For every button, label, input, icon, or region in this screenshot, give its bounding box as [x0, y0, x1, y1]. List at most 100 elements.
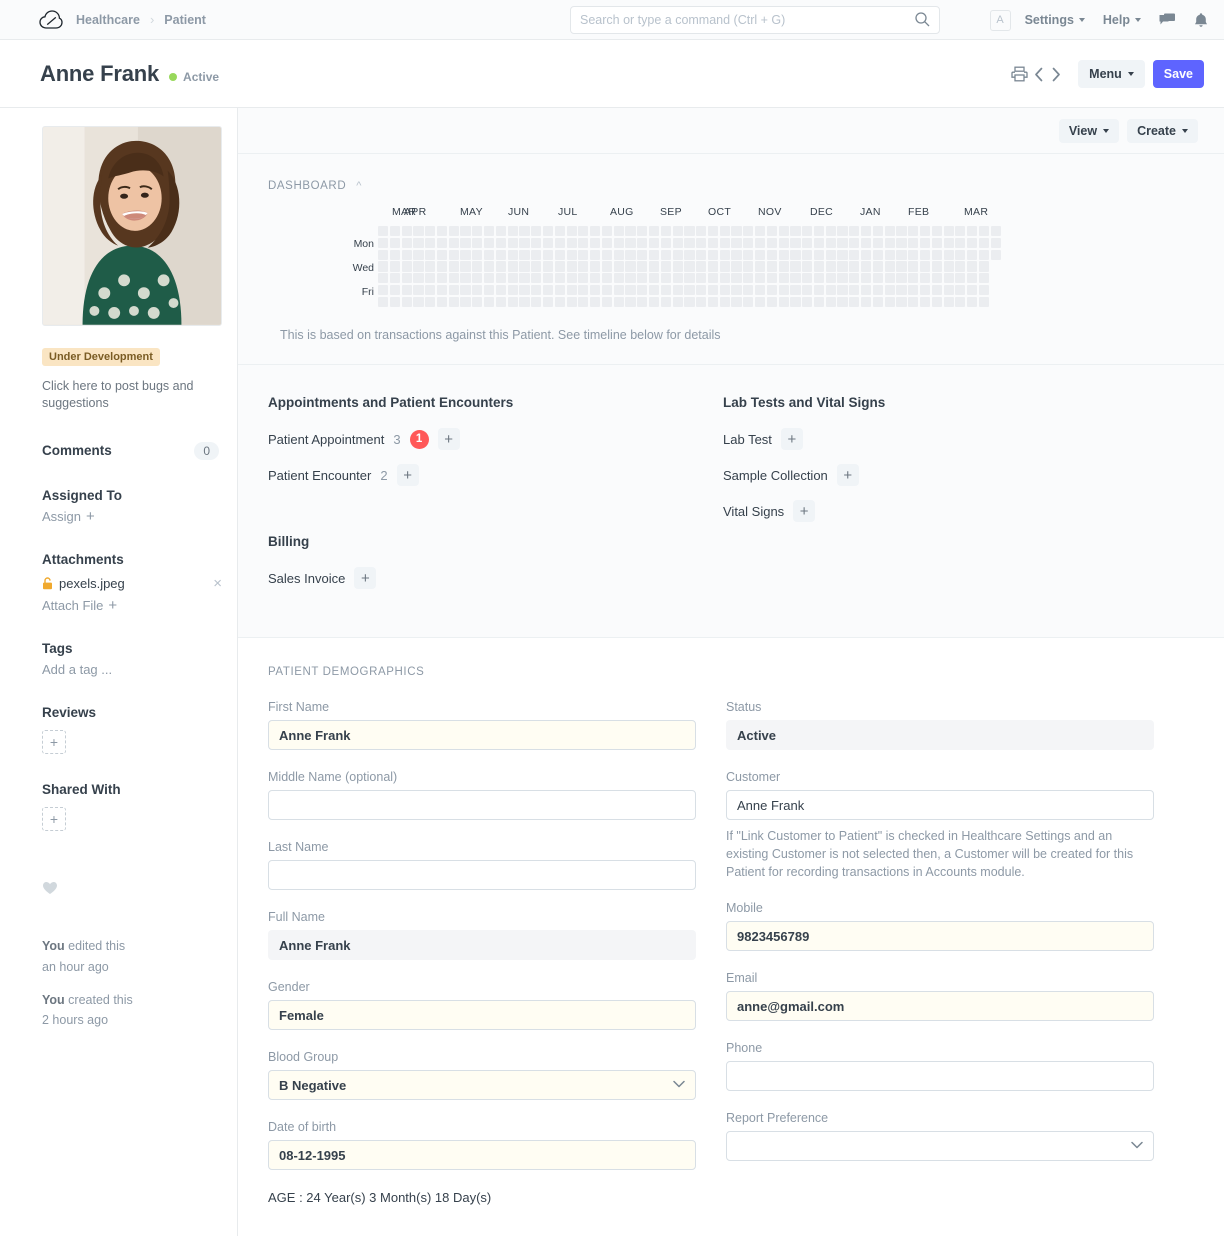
heatmap-cell[interactable] — [743, 285, 753, 295]
heatmap-cell[interactable] — [684, 226, 694, 236]
create-button[interactable]: Create — [1127, 119, 1198, 143]
heatmap-cell[interactable] — [378, 238, 388, 248]
heatmap-cell[interactable] — [496, 238, 506, 248]
heatmap-cell[interactable] — [991, 285, 1001, 295]
chevron-right-icon[interactable] — [1047, 63, 1064, 85]
heatmap-cell[interactable] — [390, 297, 400, 307]
heatmap-cell[interactable] — [625, 261, 635, 271]
heatmap-cell[interactable] — [614, 273, 624, 283]
help-menu[interactable]: Help — [1103, 13, 1141, 27]
heatmap-cell[interactable] — [849, 285, 859, 295]
heatmap-cell[interactable] — [531, 273, 541, 283]
heatmap-cell[interactable] — [720, 238, 730, 248]
breadcrumb-item-healthcare[interactable]: Healthcare — [76, 13, 140, 27]
heatmap-cell[interactable] — [885, 273, 895, 283]
heatmap-cell[interactable] — [955, 238, 965, 248]
heatmap-cell[interactable] — [402, 250, 412, 260]
heatmap-cell[interactable] — [755, 273, 765, 283]
heatmap-cell[interactable] — [814, 285, 824, 295]
heatmap-cell[interactable] — [425, 261, 435, 271]
add-sample-collection-button[interactable]: + — [837, 464, 859, 486]
heatmap-cell[interactable] — [519, 273, 529, 283]
heatmap-cell[interactable] — [908, 285, 918, 295]
heatmap-cell[interactable] — [814, 238, 824, 248]
heatmap-cell[interactable] — [873, 226, 883, 236]
heatmap-cell[interactable] — [590, 273, 600, 283]
heatmap-cell[interactable] — [779, 250, 789, 260]
heatmap-cell[interactable] — [908, 238, 918, 248]
heatmap-cell[interactable] — [826, 261, 836, 271]
heatmap-cell[interactable] — [955, 273, 965, 283]
heatmap-cell[interactable] — [602, 273, 612, 283]
heatmap-cell[interactable] — [920, 297, 930, 307]
heatmap-cell[interactable] — [543, 261, 553, 271]
heatmap-cell[interactable] — [802, 273, 812, 283]
avatar[interactable]: A — [990, 10, 1011, 31]
heatmap-cell[interactable] — [378, 250, 388, 260]
heatmap-cell[interactable] — [861, 261, 871, 271]
heatmap-cell[interactable] — [543, 297, 553, 307]
heatmap-cell[interactable] — [425, 297, 435, 307]
heatmap-cell[interactable] — [519, 226, 529, 236]
heatmap-cell[interactable] — [696, 285, 706, 295]
heatmap-cell[interactable] — [637, 261, 647, 271]
heatmap-cell[interactable] — [425, 238, 435, 248]
heatmap-cell[interactable] — [661, 250, 671, 260]
heatmap-cell[interactable] — [755, 285, 765, 295]
heatmap-cell[interactable] — [531, 261, 541, 271]
heatmap-cell[interactable] — [649, 250, 659, 260]
add-lab-test-button[interactable]: + — [781, 428, 803, 450]
heatmap-cell[interactable] — [932, 226, 942, 236]
heatmap-cell[interactable] — [413, 285, 423, 295]
heatmap-cell[interactable] — [555, 250, 565, 260]
heatmap-cell[interactable] — [590, 238, 600, 248]
heatmap-cell[interactable] — [896, 238, 906, 248]
heatmap-cell[interactable] — [767, 226, 777, 236]
heatmap-cell[interactable] — [779, 226, 789, 236]
heatmap-cell[interactable] — [484, 238, 494, 248]
heatmap-cell[interactable] — [449, 261, 459, 271]
heatmap-cell[interactable] — [908, 297, 918, 307]
view-button[interactable]: View — [1059, 119, 1119, 143]
heatmap-cell[interactable] — [649, 261, 659, 271]
heatmap-cell[interactable] — [496, 273, 506, 283]
heatmap-cell[interactable] — [673, 261, 683, 271]
heatmap-cell[interactable] — [849, 261, 859, 271]
heatmap-cell[interactable] — [684, 250, 694, 260]
heatmap-cell[interactable] — [484, 261, 494, 271]
heatmap-cell[interactable] — [472, 297, 482, 307]
heatmap-cell[interactable] — [602, 238, 612, 248]
heatmap-cell[interactable] — [437, 226, 447, 236]
heatmap-cell[interactable] — [873, 238, 883, 248]
heatmap-cell[interactable] — [696, 238, 706, 248]
heatmap-cell[interactable] — [460, 250, 470, 260]
heatmap-cell[interactable] — [790, 285, 800, 295]
heatmap-cell[interactable] — [590, 297, 600, 307]
heatmap-cell[interactable] — [861, 297, 871, 307]
heatmap-cell[interactable] — [472, 250, 482, 260]
heatmap-cell[interactable] — [837, 226, 847, 236]
heatmap-cell[interactable] — [673, 273, 683, 283]
heatmap-cell[interactable] — [767, 261, 777, 271]
heatmap-cell[interactable] — [531, 226, 541, 236]
heatmap-cell[interactable] — [684, 273, 694, 283]
heatmap-cell[interactable] — [955, 261, 965, 271]
comment-icon[interactable] — [1159, 12, 1176, 28]
heatmap-cell[interactable] — [826, 297, 836, 307]
heatmap-cell[interactable] — [390, 226, 400, 236]
heatmap-cell[interactable] — [508, 238, 518, 248]
heatmap-cell[interactable] — [708, 250, 718, 260]
heatmap-cell[interactable] — [637, 226, 647, 236]
link-lab-test[interactable]: Lab Test — [723, 432, 772, 447]
heatmap-cell[interactable] — [908, 273, 918, 283]
add-vital-signs-button[interactable]: + — [793, 500, 815, 522]
heatmap-cell[interactable] — [708, 226, 718, 236]
heatmap-cell[interactable] — [508, 273, 518, 283]
heatmap-cell[interactable] — [720, 273, 730, 283]
heatmap-cell[interactable] — [837, 273, 847, 283]
heatmap-cell[interactable] — [779, 297, 789, 307]
heatmap-cell[interactable] — [955, 226, 965, 236]
heatmap-cell[interactable] — [755, 297, 765, 307]
heatmap-cell[interactable] — [979, 238, 989, 248]
heatmap-cell[interactable] — [649, 297, 659, 307]
